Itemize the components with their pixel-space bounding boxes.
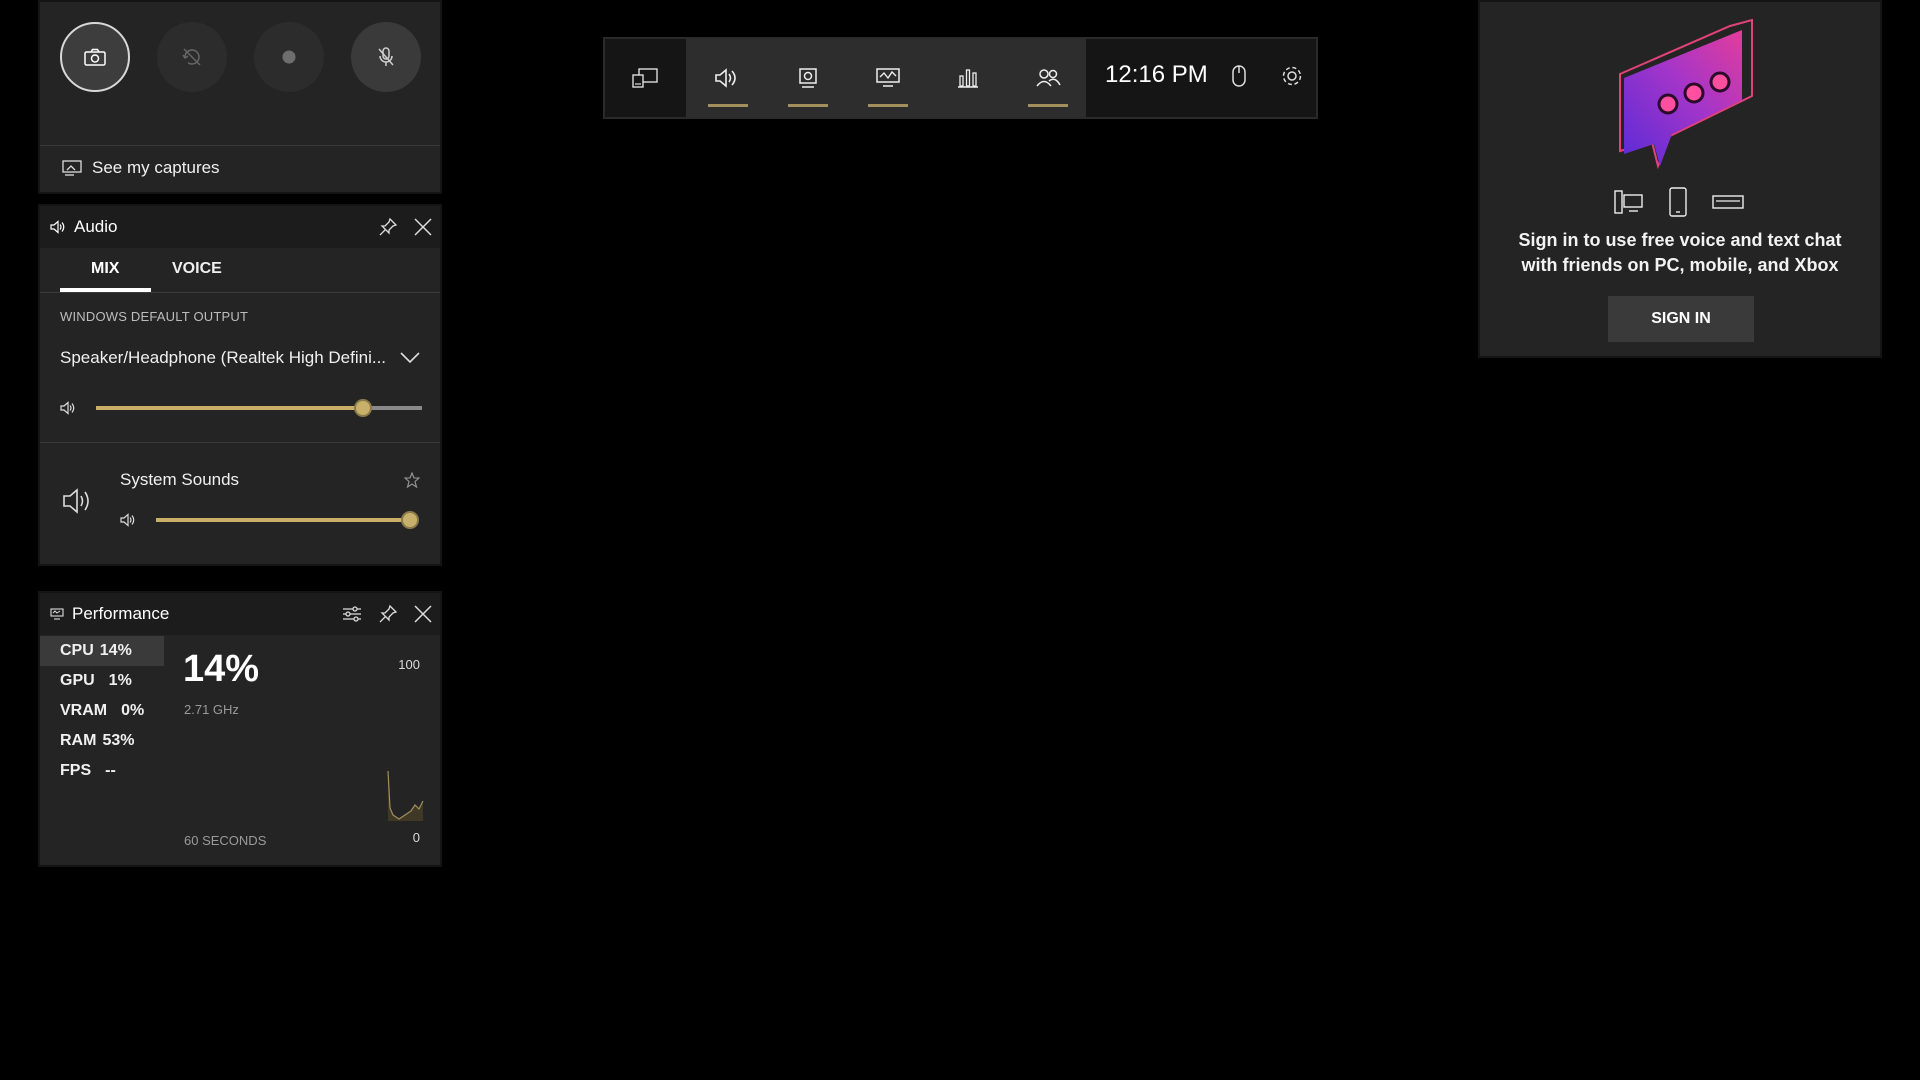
audio-widget-button[interactable] — [706, 39, 750, 117]
mic-toggle-button[interactable] — [351, 22, 421, 92]
tab-voice[interactable]: VOICE — [172, 260, 222, 278]
graph-max-label: 100 — [398, 657, 420, 672]
output-device-select[interactable]: Speaker/Headphone (Realtek High Defini..… — [60, 348, 386, 368]
audio-icon — [715, 67, 741, 89]
friends-icon — [1035, 67, 1061, 89]
sign-in-button[interactable]: SIGN IN — [1608, 296, 1754, 342]
device-icons — [1614, 187, 1744, 217]
capture-widget-button[interactable] — [786, 39, 830, 117]
widget-menu-button[interactable] — [605, 39, 685, 117]
stat-value: 1% — [108, 672, 132, 689]
speaker-icon — [50, 220, 66, 234]
performance-widget-button[interactable] — [866, 39, 910, 117]
master-volume-thumb[interactable] — [354, 399, 373, 417]
audio-widget: Audio MIX VOICE WINDOWS DEFAULT OUTPUT S… — [38, 204, 442, 566]
capture-icon — [797, 67, 819, 89]
widget-menu-icon — [631, 67, 659, 89]
console-icon — [1712, 193, 1744, 211]
audio-header: Audio — [40, 206, 440, 248]
stat-gpu[interactable]: GPU 1% — [40, 666, 164, 696]
options-icon[interactable] — [342, 605, 362, 623]
performance-header: Performance — [40, 593, 440, 635]
stat-cpu[interactable]: CPU 14% — [40, 636, 164, 666]
tabs-divider — [40, 292, 440, 293]
gear-icon[interactable] — [1279, 63, 1305, 89]
active-indicator — [868, 104, 908, 107]
stat-label: CPU — [60, 642, 94, 659]
graph-min-label: 0 — [412, 830, 420, 845]
sign-in-message-line-2: with friends on PC, mobile, and Xbox — [1521, 255, 1839, 275]
pin-icon[interactable] — [378, 604, 398, 624]
stat-fps[interactable]: FPS -- — [40, 756, 164, 786]
game-bar: 12:16 PM — [603, 37, 1318, 119]
active-indicator — [1028, 104, 1068, 107]
active-indicator — [788, 104, 828, 107]
output-label: WINDOWS DEFAULT OUTPUT — [60, 309, 249, 324]
pin-icon[interactable] — [378, 217, 398, 237]
tab-mix[interactable]: MIX — [91, 260, 119, 278]
chevron-down-icon[interactable] — [400, 352, 420, 364]
pc-icon — [1614, 189, 1644, 215]
mouse-icon[interactable] — [1230, 63, 1248, 89]
stat-label: RAM — [60, 732, 97, 749]
capture-widget: See my captures — [38, 0, 442, 194]
gallery-icon — [62, 160, 82, 176]
camera-icon — [84, 48, 106, 66]
sign-in-message: Sign in to use free voice and text chat … — [1480, 228, 1880, 278]
social-widget-button[interactable] — [1026, 39, 1070, 117]
system-sounds-thumb[interactable] — [401, 511, 419, 529]
start-recording-button[interactable] — [254, 22, 324, 92]
record-last-button[interactable] — [157, 22, 227, 92]
clock: 12:16 PM — [1105, 61, 1208, 88]
system-sounds-icon — [62, 486, 96, 516]
resources-widget-button[interactable] — [946, 39, 990, 117]
capture-buttons — [60, 22, 421, 92]
performance-widget: Performance CPU 14% GPU 1% VRAM 0% RAM 53% F… — [38, 591, 442, 867]
record-last-icon — [181, 46, 203, 68]
close-icon[interactable] — [414, 605, 432, 623]
stat-list: CPU 14% GPU 1% VRAM 0% RAM 53% FPS -- — [40, 636, 164, 786]
mic-muted-icon — [376, 46, 396, 68]
master-volume-icon — [60, 401, 78, 415]
audio-tabs: MIX VOICE — [60, 248, 440, 294]
stat-ram[interactable]: RAM 53% — [40, 726, 164, 756]
graph-window-label: 60 SECONDS — [184, 833, 267, 848]
stat-value: -- — [105, 762, 116, 779]
social-widget: Sign in to use free voice and text chat … — [1478, 0, 1882, 358]
see-my-captures-label: See my captures — [92, 158, 220, 177]
widget-launcher — [686, 39, 1086, 117]
chat-bubble-illustration — [1610, 16, 1760, 176]
stat-value: 0% — [121, 702, 145, 719]
performance-icon — [50, 608, 64, 620]
stat-value: 53% — [102, 732, 135, 749]
active-indicator — [708, 104, 748, 107]
see-my-captures-link[interactable]: See my captures — [62, 158, 220, 178]
close-icon[interactable] — [414, 218, 432, 236]
capture-divider — [40, 145, 440, 146]
cpu-big-value: 14% — [183, 648, 260, 690]
record-dot-icon — [281, 49, 297, 65]
cpu-usage-graph — [385, 763, 425, 823]
cpu-frequency: 2.71 GHz — [184, 702, 239, 717]
master-volume-slider[interactable] — [96, 399, 422, 417]
stat-label: VRAM — [60, 702, 108, 719]
audio-title: Audio — [74, 217, 118, 236]
master-volume-fill — [96, 406, 364, 410]
bar-chart-icon — [956, 67, 980, 89]
phone-icon — [1668, 187, 1688, 217]
system-sounds-volume-icon — [120, 513, 138, 527]
stat-vram[interactable]: VRAM 0% — [40, 696, 164, 726]
performance-title: Performance — [72, 604, 170, 623]
stat-label: FPS — [60, 762, 92, 779]
system-sounds-label: System Sounds — [120, 470, 240, 489]
stat-value: 14% — [99, 642, 132, 659]
section-divider — [40, 442, 440, 443]
stat-label: GPU — [60, 672, 95, 689]
performance-icon — [875, 67, 901, 89]
favorite-star-icon[interactable] — [404, 472, 420, 488]
sign-in-message-line-1: Sign in to use free voice and text chat — [1518, 230, 1842, 250]
system-sounds-slider[interactable] — [156, 511, 419, 529]
system-sounds-fill — [156, 518, 410, 522]
screenshot-button[interactable] — [60, 22, 130, 92]
